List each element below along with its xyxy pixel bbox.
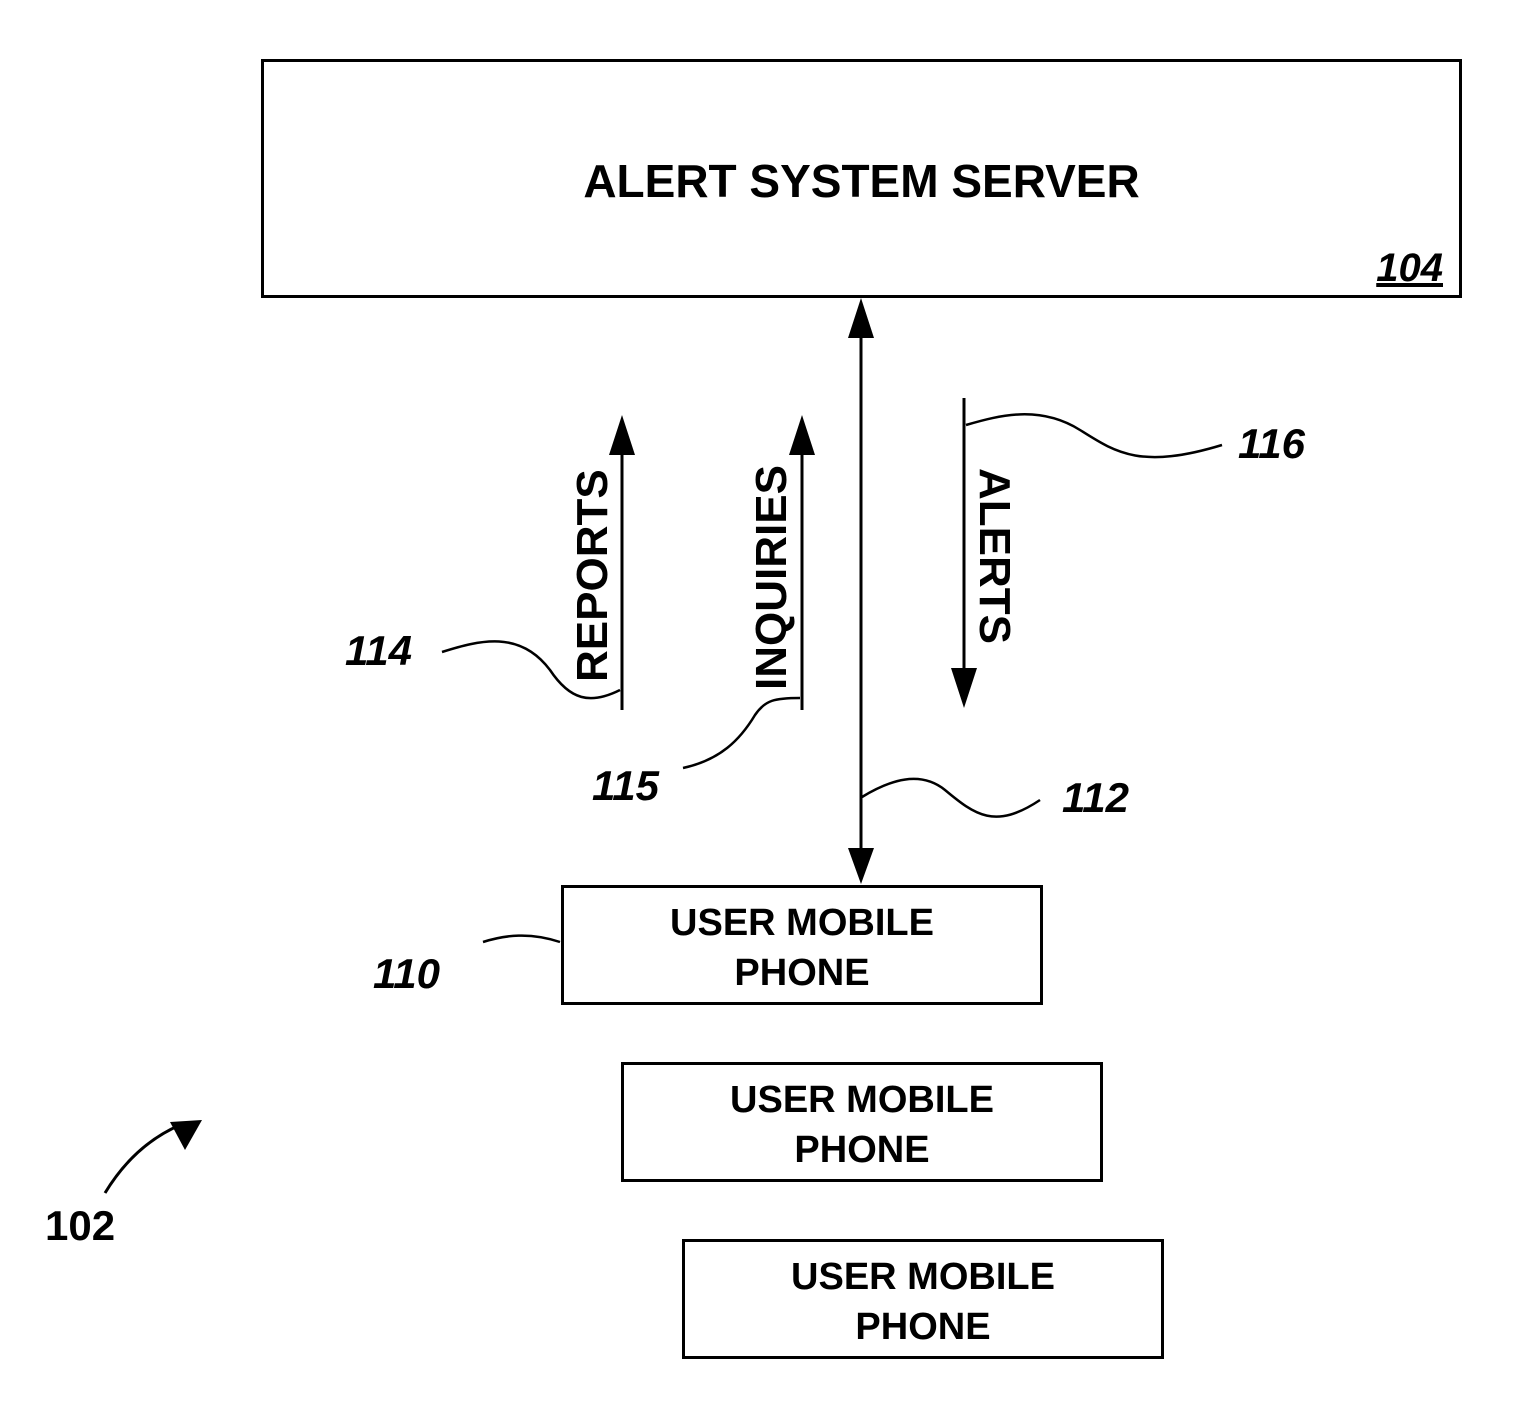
leader-line-115: [682, 696, 801, 770]
phone-ref-number: 110: [373, 950, 440, 997]
leader-line-112: [861, 777, 1041, 818]
arrowhead-up-icon: [789, 415, 815, 455]
diagram-connectors: 112 REPORTS 114 INQUIRIES 115 ALERTS 116…: [45, 298, 1306, 1249]
arrowhead-icon: [170, 1120, 202, 1150]
arrowhead-down-icon: [951, 668, 977, 708]
figure-pointer-arrow: [103, 1123, 181, 1194]
arrowhead-up-icon: [848, 298, 874, 338]
leader-line-116: [965, 413, 1223, 459]
inquiries-label: INQUIRIES: [747, 465, 796, 690]
reports-label: REPORTS: [568, 469, 617, 682]
link-ref-number: 112: [1062, 774, 1129, 821]
alerts-ref-number: 116: [1238, 420, 1306, 467]
figure-ref-number: 102: [45, 1202, 115, 1249]
inquiries-ref-number: 115: [592, 762, 660, 809]
arrowhead-down-icon: [848, 848, 874, 884]
alerts-label: ALERTS: [970, 468, 1019, 644]
reports-ref-number: 114: [345, 627, 412, 674]
arrowhead-up-icon: [609, 415, 635, 455]
leader-line-110: [482, 934, 561, 944]
bidirectional-link-arrow: [848, 298, 874, 884]
